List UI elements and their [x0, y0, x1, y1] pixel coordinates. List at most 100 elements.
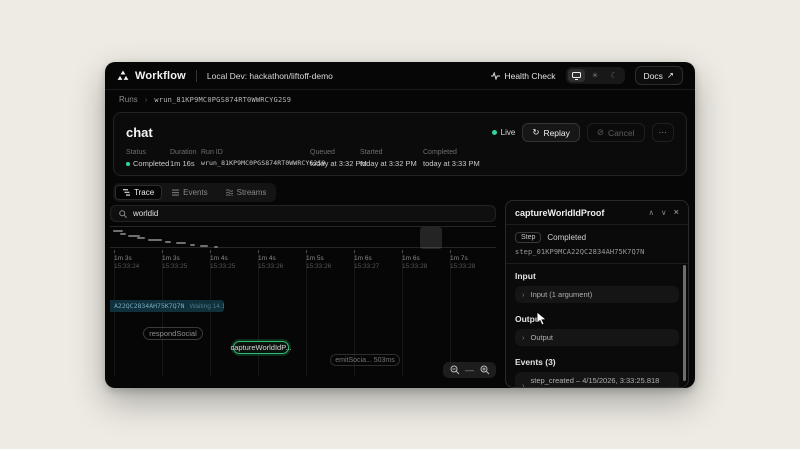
external-link-icon: ↗	[667, 70, 674, 81]
field-label: Status	[126, 149, 169, 156]
theme-dark-button[interactable]: ☾	[606, 69, 623, 82]
step-detail-panel: captureWorldIdProof ∧ ∨ × Step Completed…	[505, 200, 689, 388]
span-bar-capture-worldid-selected[interactable]: captureWorldIdP...	[233, 341, 289, 354]
minimap-span	[214, 246, 218, 248]
breadcrumb-run-id: wrun_81KP9MC0PGS874RT0WWRCYG2S9	[154, 96, 291, 104]
live-indicator: Live	[492, 128, 516, 137]
moon-icon: ☾	[610, 71, 617, 80]
breadcrumb-runs-link[interactable]: Runs	[119, 95, 138, 104]
tab-trace[interactable]: Trace	[115, 185, 162, 200]
event-row-step-created[interactable]: › step_created – 4/15/2026, 3:33:25.818 …	[515, 372, 679, 388]
mouse-cursor	[536, 311, 547, 326]
tab-events[interactable]: Events	[164, 185, 215, 200]
desktop-background: Workflow Local Dev: hackathon/liftoff-de…	[0, 0, 800, 449]
minimap-viewport-handle[interactable]	[420, 227, 442, 249]
span-id: A22QC2834AH75K7Q7N	[114, 302, 184, 310]
run-title: chat	[126, 125, 153, 140]
started-value: today at 3:32 PM	[360, 159, 417, 168]
environment-label: Local Dev: hackathon/liftoff-demo	[207, 71, 333, 81]
replay-button[interactable]: ↻ Replay	[522, 123, 580, 142]
theme-light-button[interactable]: ☀	[587, 69, 604, 82]
run-metadata: Status Completed Duration 1m 16s Run ID …	[114, 149, 686, 173]
minimap-span	[137, 237, 145, 239]
completed-value: today at 3:33 PM	[423, 159, 480, 168]
trace-icon	[123, 189, 130, 196]
cancel-label: Cancel	[608, 128, 634, 138]
trace-timeline-viewport[interactable]: 1m 3s15:33:24 1m 3s15:33:25 1m 4s15:33:2…	[110, 226, 496, 382]
time-axis-tick: 1m 7s15:33:28	[450, 250, 496, 272]
minimap-span	[200, 245, 208, 247]
step-id: step_01KP9MCA22QC2834AH75K7Q7N	[515, 248, 679, 256]
theme-switcher: ☀ ☾	[566, 67, 625, 84]
field-queued: Queued today at 3:32 PM	[310, 149, 367, 168]
status-value: Completed	[133, 159, 169, 168]
events-section-heading: Events (3)	[515, 357, 679, 367]
workflow-logo[interactable]: Workflow	[117, 70, 186, 82]
cancel-button[interactable]: ⊘ Cancel	[587, 123, 645, 142]
theme-system-button[interactable]	[568, 69, 585, 82]
app-title: Workflow	[135, 70, 186, 82]
output-row-label: Output	[531, 333, 554, 342]
docs-label: Docs	[644, 71, 663, 81]
step-status: Completed	[547, 233, 586, 242]
next-step-button[interactable]: ∨	[661, 208, 667, 217]
minimap-span	[113, 230, 123, 232]
activity-pulse-icon	[491, 72, 500, 80]
field-run-id: Run ID wrun_81KP9MC0PGS874RT0WWRCYG2S9	[201, 149, 325, 167]
field-completed: Completed today at 3:33 PM	[423, 149, 480, 168]
field-status: Status Completed	[126, 149, 169, 168]
field-duration: Duration 1m 16s	[170, 149, 196, 168]
workflow-app-window: Workflow Local Dev: hackathon/liftoff-de…	[105, 62, 695, 388]
status-dot-icon	[126, 162, 130, 166]
field-started: Started today at 3:32 PM	[360, 149, 417, 168]
output-collapsible-row[interactable]: › Output	[515, 329, 679, 346]
field-label: Run ID	[201, 149, 325, 156]
zoom-out-button[interactable]	[447, 364, 462, 376]
step-type-badge: Step	[515, 232, 541, 243]
tab-streams-label: Streams	[237, 188, 267, 197]
run-summary-card: chat Live ↻ Replay ⊘ Cancel ⋯	[113, 112, 687, 176]
field-label: Completed	[423, 149, 480, 156]
minimap-span	[190, 244, 195, 246]
replay-icon: ↻	[532, 127, 539, 138]
breadcrumb: Runs › wrun_81KP9MC0PGS874RT0WWRCYG2S9	[119, 95, 291, 104]
health-check-button[interactable]: Health Check	[491, 71, 555, 81]
minimap-span	[176, 242, 186, 244]
prev-step-button[interactable]: ∧	[648, 208, 654, 217]
tab-streams[interactable]: Streams	[218, 185, 275, 200]
chevron-right-icon: ›	[145, 95, 148, 104]
chevron-right-icon: ›	[522, 290, 525, 299]
span-bar-paused-step[interactable]: A22QC2834AH75K7Q7N Waiting 14.18s Paused…	[110, 300, 224, 312]
health-check-label: Health Check	[504, 71, 555, 81]
cancel-icon: ⊘	[597, 127, 604, 138]
event-label: step_created – 4/15/2026, 3:33:25.818 PM	[531, 376, 673, 388]
chevron-right-icon: ›	[522, 381, 525, 389]
panel-header: captureWorldIdProof ∧ ∨ ×	[506, 201, 688, 225]
minimap-span	[148, 239, 162, 241]
more-options-button[interactable]: ⋯	[652, 123, 675, 142]
zoom-reset-button[interactable]: —	[465, 366, 474, 375]
streams-icon	[226, 189, 233, 196]
close-panel-button[interactable]: ×	[673, 207, 679, 218]
run-id-value: wrun_81KP9MC0PGS874RT0WWRCYG2S9	[201, 159, 325, 167]
events-icon	[172, 189, 179, 196]
field-label: Queued	[310, 149, 367, 156]
sun-icon: ☀	[591, 71, 598, 80]
top-bar: Workflow Local Dev: hackathon/liftoff-de…	[105, 62, 695, 90]
span-bar-emit-social[interactable]: emitSocia... 503ms	[330, 354, 400, 366]
span-bar-respond-social[interactable]: respondSocial	[143, 327, 203, 340]
timeline-minimap[interactable]	[110, 226, 496, 248]
zoom-in-button[interactable]	[477, 364, 492, 376]
queued-value: today at 3:32 PM	[310, 159, 367, 168]
live-label: Live	[501, 128, 516, 137]
view-tabs: Trace Events Streams	[113, 183, 276, 202]
span-waiting-label: Waiting 14.18s	[189, 303, 224, 310]
input-section-heading: Input	[515, 271, 679, 281]
panel-scrollbar[interactable]	[683, 265, 686, 381]
docs-button[interactable]: Docs ↗	[635, 66, 684, 85]
tab-events-label: Events	[183, 188, 207, 197]
ellipsis-icon: ⋯	[659, 127, 668, 138]
minimap-span	[165, 241, 171, 243]
trace-search-input[interactable]: worldid	[110, 205, 496, 222]
input-collapsible-row[interactable]: › Input (1 argument)	[515, 286, 679, 303]
